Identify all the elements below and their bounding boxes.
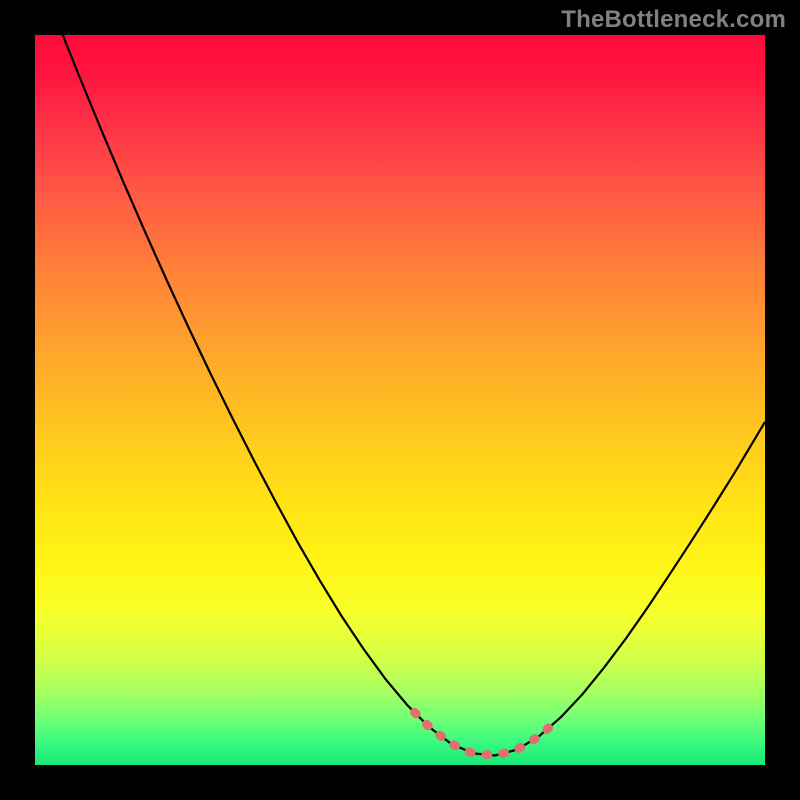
curve-layer <box>35 35 765 765</box>
optimal-zone-highlight <box>415 712 554 755</box>
bottleneck-curve <box>35 0 765 756</box>
plot-area <box>35 35 765 765</box>
chart-frame: TheBottleneck.com <box>0 0 800 800</box>
watermark-text: TheBottleneck.com <box>561 6 786 34</box>
